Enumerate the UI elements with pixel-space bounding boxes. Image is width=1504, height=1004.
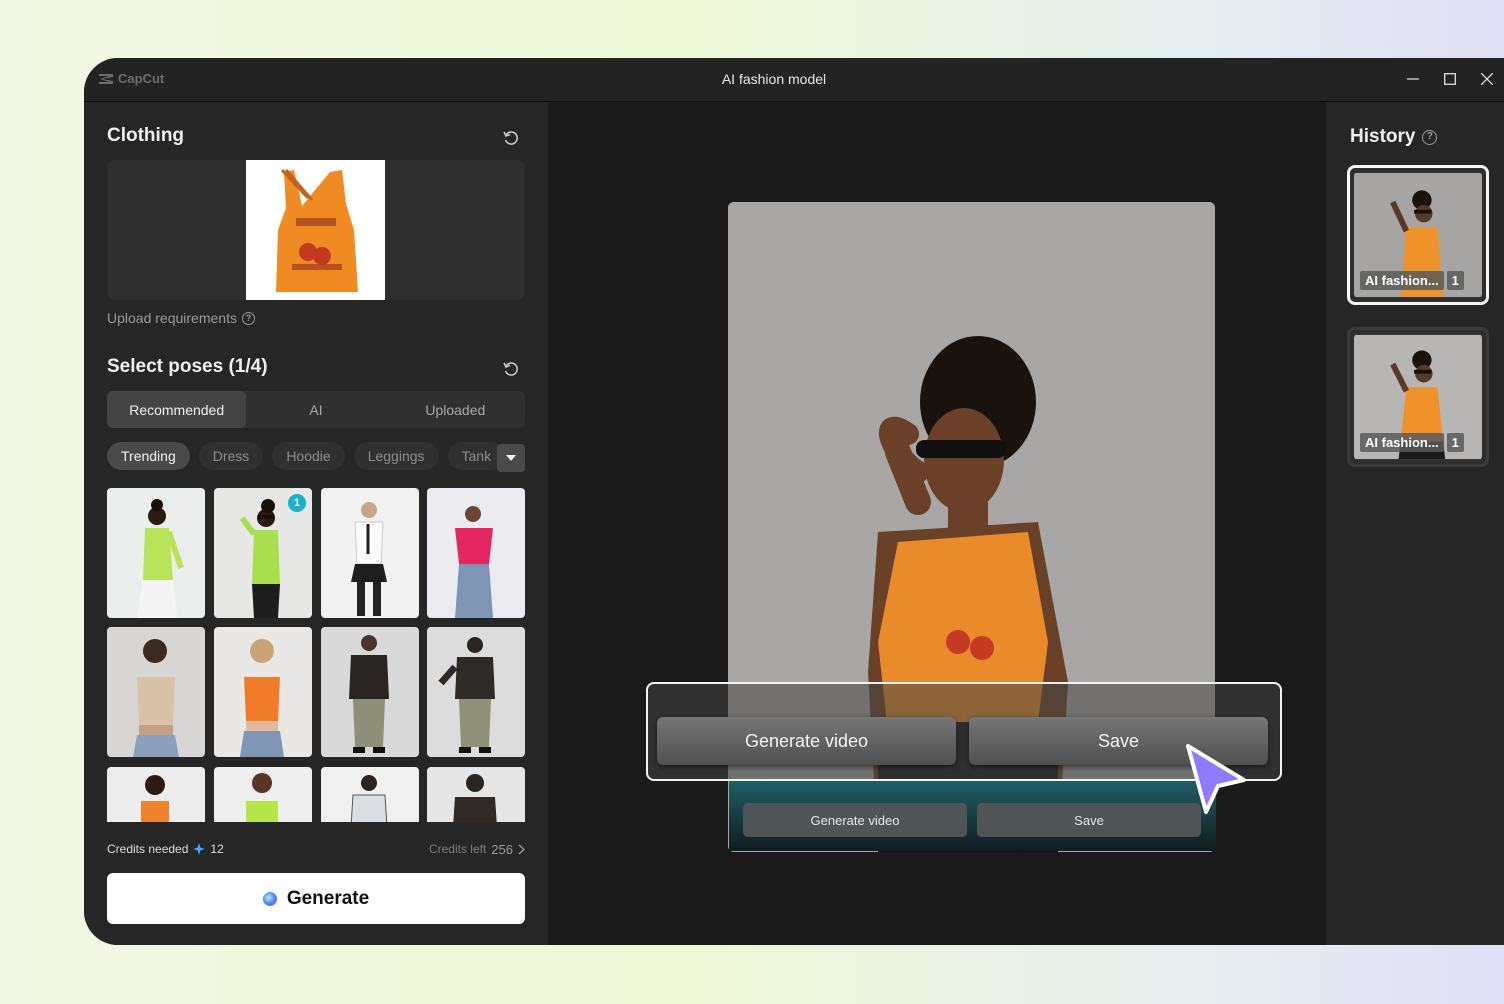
pose-image <box>141 775 169 822</box>
reflected-generate-video-button: Generate video <box>743 803 967 837</box>
history-label: AI fashion... 1 <box>1360 433 1464 452</box>
pose-thumbnail[interactable] <box>321 627 419 757</box>
history-item-count: 1 <box>1446 433 1464 452</box>
pose-thumbnail[interactable] <box>107 627 205 757</box>
pose-thumbnail[interactable] <box>321 767 419 822</box>
history-label: AI fashion... 1 <box>1360 271 1464 290</box>
history-panel: History ? AI fashion... 1 AI fashion... … <box>1326 102 1504 945</box>
close-icon <box>1481 73 1493 85</box>
pose-grid: 1 <box>107 488 525 822</box>
generate-label: Generate <box>286 887 370 909</box>
window-title: AI fashion model <box>721 71 827 87</box>
credits-left-label: Credits left <box>428 842 487 856</box>
history-item-count: 1 <box>1446 271 1464 290</box>
maximize-button[interactable] <box>1439 68 1461 90</box>
pose-thumbnail[interactable] <box>427 488 525 618</box>
pose-thumbnail[interactable] <box>107 767 205 822</box>
pose-image <box>133 639 179 757</box>
chip-leggings[interactable]: Leggings <box>353 442 439 470</box>
category-chips: Trending Dress Hoodie Leggings Tank <box>107 442 525 472</box>
credits-needed-label: Credits needed <box>107 842 189 856</box>
close-button[interactable] <box>1476 68 1498 90</box>
sparkle-icon <box>193 843 206 855</box>
reset-clothing-icon[interactable] <box>502 129 520 147</box>
tab-recommended[interactable]: Recommended <box>107 391 247 428</box>
pose-thumbnail[interactable] <box>107 488 205 618</box>
tank-top-image <box>276 168 358 292</box>
pose-source-tabs: Recommended AI Uploaded <box>107 391 525 428</box>
credits-row: Credits needed 12 Credits left 256 <box>107 839 525 859</box>
chip-dress[interactable]: Dress <box>198 442 264 470</box>
credits-left-value: 256 <box>491 841 513 857</box>
pose-thumbnail[interactable] <box>321 488 419 618</box>
pose-thumbnail[interactable] <box>427 627 525 757</box>
maximize-icon <box>1444 73 1456 85</box>
clothing-title: Clothing <box>107 125 185 146</box>
history-item[interactable]: AI fashion... 1 <box>1347 327 1489 467</box>
pose-thumbnail[interactable]: 1 <box>214 488 312 618</box>
minimize-icon <box>1407 78 1419 80</box>
credits-needed: Credits needed 12 <box>107 842 224 856</box>
chip-hoodie[interactable]: Hoodie <box>272 442 345 470</box>
pose-image <box>137 499 184 618</box>
select-poses-title: Select poses (1/4) <box>107 356 268 377</box>
history-thumbnail: AI fashion... 1 <box>1354 172 1482 298</box>
left-panel: Clothing Upload requirements ? Select po… <box>84 102 548 945</box>
chevron-right-icon <box>518 843 525 855</box>
generate-orb-icon <box>262 891 277 906</box>
pointer-cursor-icon <box>1186 744 1246 814</box>
history-title-text: History <box>1350 126 1416 147</box>
pose-image <box>453 774 497 822</box>
pose-image <box>351 502 387 616</box>
generate-button[interactable]: Generate <box>107 873 525 924</box>
reflected-save-button: Save <box>977 803 1201 837</box>
credits-left-link[interactable]: Credits left 256 <box>429 842 525 857</box>
history-title: History ? <box>1350 126 1438 148</box>
help-icon[interactable]: ? <box>241 311 255 325</box>
tab-uploaded[interactable]: Uploaded <box>386 391 525 428</box>
chevron-down-icon <box>506 455 516 461</box>
history-thumbnail: AI fashion... 1 <box>1354 334 1482 460</box>
pose-image <box>246 773 278 822</box>
clothing-image <box>246 160 385 300</box>
pose-thumbnail[interactable] <box>214 767 312 822</box>
history-item[interactable]: AI fashion... 1 <box>1347 165 1489 305</box>
pose-image <box>438 637 495 753</box>
more-categories-button[interactable] <box>497 444 525 472</box>
generate-video-button[interactable]: Generate video <box>657 717 956 765</box>
clothing-upload-area[interactable] <box>107 160 525 300</box>
pose-image <box>350 775 388 822</box>
upload-requirements-link[interactable]: Upload requirements ? <box>107 310 255 326</box>
chip-trending[interactable]: Trending <box>107 442 190 470</box>
tab-ai[interactable]: AI <box>246 391 385 428</box>
upload-requirements-label: Upload requirements <box>107 310 237 326</box>
history-item-name: AI fashion... <box>1360 271 1444 290</box>
history-item-name: AI fashion... <box>1360 433 1444 452</box>
help-icon[interactable]: ? <box>1422 129 1438 145</box>
pose-thumbnail[interactable] <box>214 627 312 757</box>
selected-badge: 1 <box>288 494 306 512</box>
pose-image <box>455 506 493 618</box>
minimize-button[interactable] <box>1402 68 1424 90</box>
pose-image <box>240 639 284 757</box>
pose-image <box>349 635 389 753</box>
pose-thumbnail[interactable] <box>427 767 525 822</box>
credits-needed-value: 12 <box>210 842 224 856</box>
reset-poses-icon[interactable] <box>502 360 520 378</box>
title-bar: CapCut AI fashion model <box>84 58 1504 102</box>
